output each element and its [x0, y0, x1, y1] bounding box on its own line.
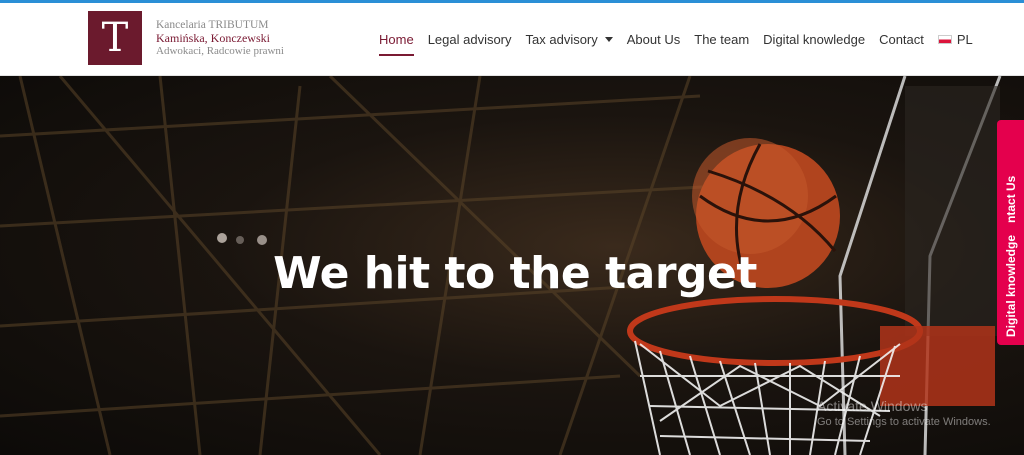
hero-title-text: We hit to the target: [273, 248, 757, 299]
language-switcher[interactable]: PL: [937, 3, 973, 76]
logo-line-3: Adwokaci, Radcowie prawni: [156, 45, 284, 57]
side-tab-digital-knowledge[interactable]: Digital knowledge: [1004, 235, 1018, 337]
side-tab-contact-us[interactable]: ntact Us: [1004, 176, 1018, 223]
nav-the-team[interactable]: The team: [694, 3, 749, 76]
language-label: PL: [956, 31, 973, 47]
side-tab-strip: Digital knowledge ntact Us: [997, 120, 1024, 345]
nav-contact[interactable]: Contact: [879, 3, 924, 76]
watermark-line-1: Activate Windows: [817, 398, 928, 414]
nav-legal-advisory[interactable]: Legal advisory: [428, 3, 512, 76]
logo[interactable]: T Kancelaria TRIBUTUM Kamińska, Konczews…: [88, 11, 284, 65]
hero-title: We hit to the target: [0, 248, 1024, 299]
side-tab: Digital knowledge ntact Us: [997, 120, 1024, 345]
site-header: T Kancelaria TRIBUTUM Kamińska, Konczews…: [0, 3, 1024, 76]
nav-home[interactable]: Home: [379, 3, 414, 76]
chevron-down-icon: [604, 37, 613, 42]
nav-about-us[interactable]: About Us: [627, 3, 680, 76]
nav-tax-advisory-label: Tax advisory: [525, 31, 598, 47]
windows-activation-watermark: Activate Windows Go to Settings to activ…: [817, 398, 991, 428]
nav-tax-advisory[interactable]: Tax advisory: [526, 3, 613, 76]
nav-digital-knowledge[interactable]: Digital knowledge: [763, 3, 865, 76]
logo-line-2: Kamińska, Konczewski: [156, 31, 270, 45]
poland-flag-icon: [937, 35, 952, 44]
logo-mark: T: [88, 11, 142, 65]
watermark-line-2: Go to Settings to activate Windows.: [817, 416, 991, 428]
logo-text: Kancelaria TRIBUTUM Kamińska, Konczewski…: [156, 19, 284, 58]
main-nav: Home Legal advisory Tax advisory About U…: [379, 3, 987, 76]
